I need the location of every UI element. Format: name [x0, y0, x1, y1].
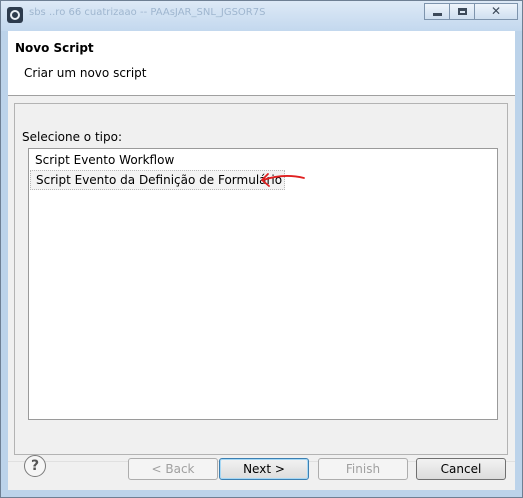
window-title: sbs ..ro 66 cuatrizaao -- PAAsJAR_SNL_JG…	[29, 7, 266, 18]
wizard-header: Novo Script Criar um novo script	[8, 31, 515, 96]
question-mark-icon[interactable]: ?	[24, 455, 46, 477]
app-icon	[7, 7, 23, 23]
wizard-title: Novo Script	[15, 41, 94, 55]
script-type-list[interactable]: Script Evento Workflow Script Evento da …	[28, 148, 498, 420]
list-item-workflow[interactable]: Script Evento Workflow	[35, 151, 174, 169]
cancel-button[interactable]: Cancel	[416, 458, 506, 480]
list-item-form-definition[interactable]: Script Evento da Definição de Formulário	[30, 170, 286, 190]
close-icon: ✕	[490, 4, 502, 18]
title-bar[interactable]: sbs ..ro 66 cuatrizaao -- PAAsJAR_SNL_JG…	[1, 1, 522, 31]
next-button[interactable]: Next >	[219, 458, 309, 480]
dialog-window: sbs ..ro 66 cuatrizaao -- PAAsJAR_SNL_JG…	[0, 0, 523, 498]
red-arrow-icon	[261, 173, 305, 187]
dialog-client-area: Novo Script Criar um novo script Selecio…	[8, 31, 515, 490]
minimize-button[interactable]	[424, 3, 450, 20]
finish-button[interactable]: Finish	[318, 458, 408, 480]
type-label: Selecione o tipo:	[22, 130, 122, 144]
back-button[interactable]: < Back	[128, 458, 218, 480]
window-controls: ✕	[424, 3, 518, 20]
minimize-icon	[433, 13, 442, 16]
wizard-description: Criar um novo script	[24, 66, 147, 80]
maximize-icon	[458, 8, 467, 15]
close-button[interactable]: ✕	[474, 3, 518, 20]
maximize-button[interactable]	[449, 3, 475, 20]
